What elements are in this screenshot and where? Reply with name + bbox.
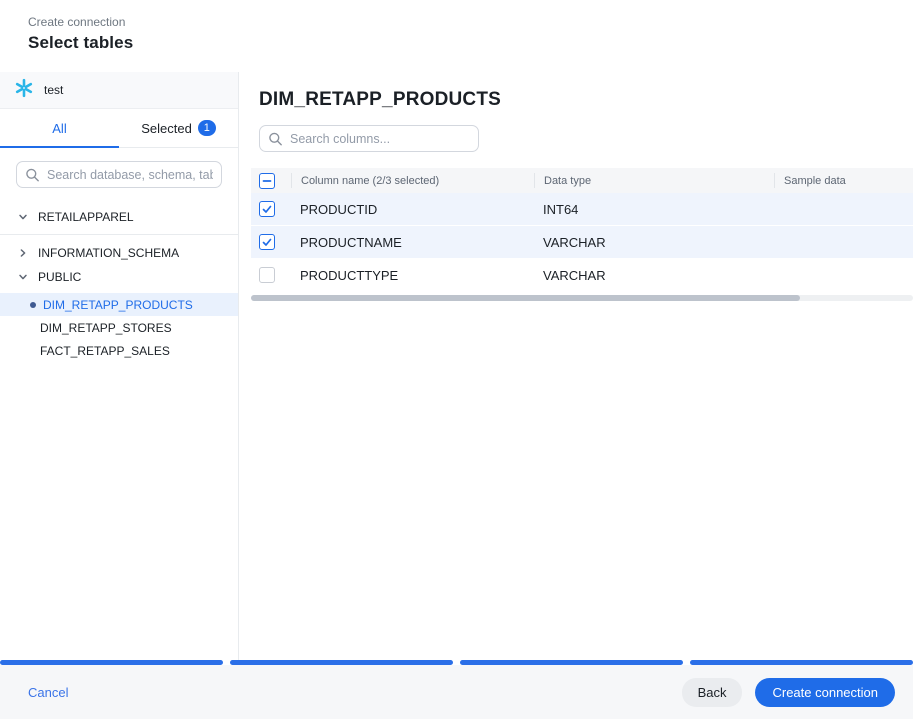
columns-search bbox=[259, 125, 479, 152]
tree-table-list: DIM_RETAPP_PRODUCTS DIM_RETAPP_STORES FA… bbox=[0, 293, 238, 362]
selected-bullet-icon bbox=[30, 302, 36, 308]
schema-tree: RETAILAPPAREL INFORMATION_SCHEMA PUBLIC … bbox=[0, 205, 238, 362]
cell-column-name: PRODUCTNAME bbox=[291, 235, 534, 250]
tree-database-label: RETAILAPPAREL bbox=[38, 210, 134, 224]
sidebar-tabs: All Selected 1 bbox=[0, 109, 238, 148]
footer-bar: Cancel Back Create connection bbox=[0, 665, 913, 719]
header-data-type: Data type bbox=[534, 173, 774, 188]
row-checkbox[interactable] bbox=[259, 234, 275, 250]
tree-schema-information-schema[interactable]: INFORMATION_SCHEMA bbox=[0, 241, 238, 265]
select-all-checkbox[interactable] bbox=[259, 173, 275, 189]
snowflake-logo-icon bbox=[14, 78, 34, 103]
checkmark-icon bbox=[261, 203, 273, 215]
row-checkbox[interactable] bbox=[259, 201, 275, 217]
horizontal-scrollbar[interactable] bbox=[251, 295, 913, 301]
table-title: DIM_RETAPP_PRODUCTS bbox=[259, 89, 913, 111]
header-column-name: Column name (2/3 selected) bbox=[291, 173, 534, 188]
connection-row: test bbox=[0, 72, 238, 109]
tree-table-label: DIM_RETAPP_PRODUCTS bbox=[43, 298, 193, 312]
tree-database-retailapparel[interactable]: RETAILAPPAREL bbox=[0, 205, 238, 229]
breadcrumb: Create connection bbox=[28, 15, 913, 29]
tab-selected[interactable]: Selected 1 bbox=[119, 109, 238, 147]
main-panel: DIM_RETAPP_PRODUCTS Column name (2/3 sel… bbox=[240, 72, 913, 660]
tree-schema-public[interactable]: PUBLIC bbox=[0, 265, 238, 289]
sidebar-search-input[interactable] bbox=[16, 161, 222, 188]
create-connection-button[interactable]: Create connection bbox=[755, 678, 895, 707]
cell-data-type: VARCHAR bbox=[534, 268, 774, 283]
chevron-right-icon bbox=[18, 248, 28, 258]
tab-all-label: All bbox=[52, 121, 66, 136]
table-row[interactable]: PRODUCTNAME VARCHAR bbox=[251, 226, 913, 259]
header-sample-data: Sample data bbox=[774, 173, 913, 188]
table-row[interactable]: PRODUCTID INT64 bbox=[251, 193, 913, 226]
tree-table-dim-retapp-products[interactable]: DIM_RETAPP_PRODUCTS bbox=[0, 293, 238, 316]
search-icon bbox=[25, 167, 40, 182]
scrollbar-thumb[interactable] bbox=[251, 295, 800, 301]
tree-schema-label: PUBLIC bbox=[38, 270, 81, 284]
tab-selected-label: Selected bbox=[141, 121, 192, 136]
columns-table-header: Column name (2/3 selected) Data type Sam… bbox=[251, 168, 913, 193]
cell-data-type: INT64 bbox=[534, 202, 774, 217]
sidebar: test All Selected 1 RETAILAPPAREL bbox=[0, 72, 239, 660]
tree-schema-label: INFORMATION_SCHEMA bbox=[38, 246, 179, 260]
cell-column-name: PRODUCTID bbox=[291, 202, 534, 217]
cell-data-type: VARCHAR bbox=[534, 235, 774, 250]
columns-search-input[interactable] bbox=[259, 125, 479, 152]
tree-table-dim-retapp-stores[interactable]: DIM_RETAPP_STORES bbox=[0, 316, 238, 339]
cancel-link[interactable]: Cancel bbox=[28, 685, 68, 700]
checkmark-icon bbox=[261, 236, 273, 248]
tree-divider bbox=[0, 234, 238, 235]
indeterminate-dash-icon bbox=[262, 176, 272, 186]
tree-table-label: FACT_RETAPP_SALES bbox=[40, 344, 170, 358]
tree-table-fact-retapp-sales[interactable]: FACT_RETAPP_SALES bbox=[0, 339, 238, 362]
row-checkbox[interactable] bbox=[259, 267, 275, 283]
columns-table: Column name (2/3 selected) Data type Sam… bbox=[251, 168, 913, 292]
tree-table-label: DIM_RETAPP_STORES bbox=[40, 321, 172, 335]
chevron-down-icon bbox=[18, 272, 28, 282]
tab-all[interactable]: All bbox=[0, 109, 119, 147]
sidebar-search bbox=[16, 161, 222, 188]
chevron-down-icon bbox=[18, 212, 28, 222]
search-icon bbox=[268, 131, 283, 146]
page-title: Select tables bbox=[28, 33, 913, 53]
table-row[interactable]: PRODUCTTYPE VARCHAR bbox=[251, 259, 913, 292]
back-button[interactable]: Back bbox=[682, 678, 743, 707]
connection-name: test bbox=[44, 83, 63, 97]
selected-count-badge: 1 bbox=[198, 120, 216, 136]
page-header: Create connection Select tables bbox=[0, 0, 913, 72]
cell-column-name: PRODUCTTYPE bbox=[291, 268, 534, 283]
